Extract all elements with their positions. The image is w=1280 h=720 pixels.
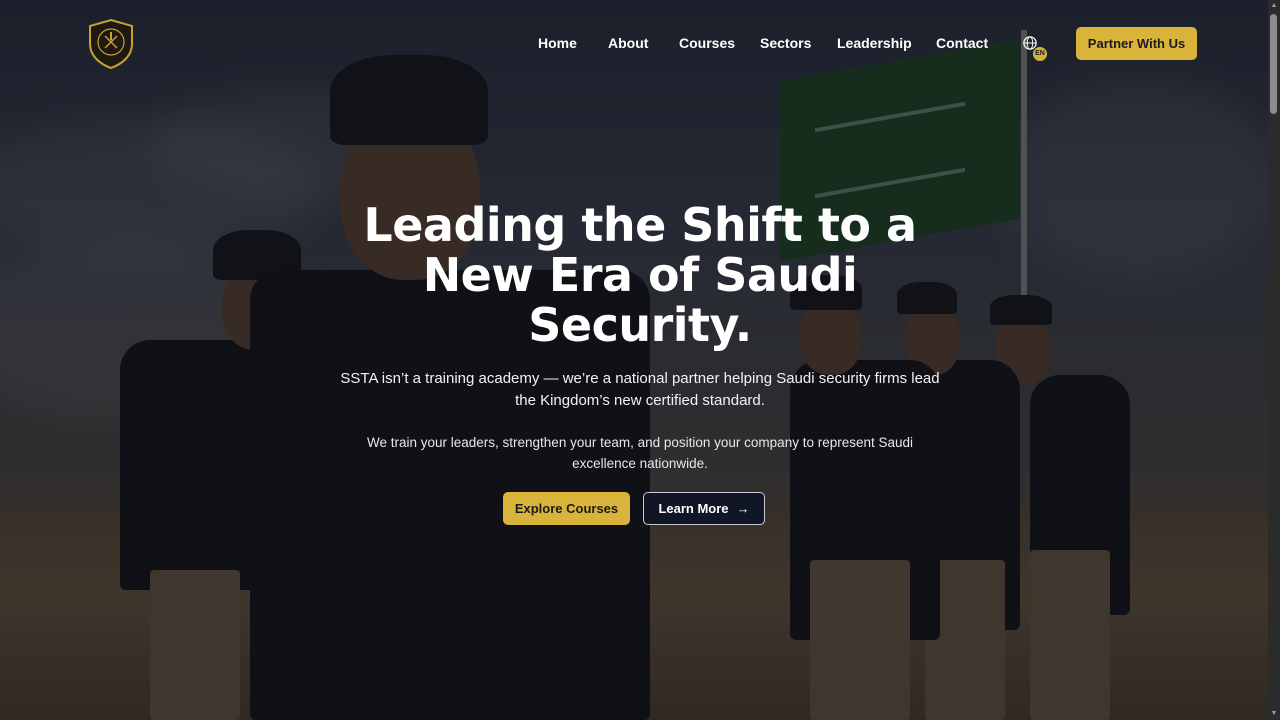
- nav-courses[interactable]: Courses: [679, 35, 735, 51]
- hero-section: [0, 0, 1280, 720]
- explore-courses-button[interactable]: Explore Courses: [503, 492, 630, 525]
- nav-contact[interactable]: Contact: [936, 35, 988, 51]
- hero-body-line: We train your leaders, strengthen your t…: [366, 435, 914, 450]
- scroll-up-icon[interactable]: ▲: [1270, 2, 1278, 10]
- hero-title-line: Security.: [528, 298, 752, 352]
- language-badge[interactable]: EN: [1033, 47, 1047, 61]
- scrollbar-thumb[interactable]: [1270, 14, 1277, 114]
- arrow-right-icon: →: [736, 501, 750, 516]
- learn-more-label: Learn More: [658, 501, 729, 516]
- learn-more-button[interactable]: Learn More →: [643, 492, 765, 525]
- hero-title-line: New Era of Saudi: [422, 248, 858, 302]
- nav-leadership[interactable]: Leadership: [837, 35, 912, 51]
- hero-subtitle: SSTA isn’t a training academy — we’re a …: [320, 368, 960, 412]
- hero-title: Leading the Shift to a New Era of Saudi …: [340, 200, 940, 350]
- partner-with-us-button[interactable]: Partner With Us: [1076, 27, 1197, 60]
- hero-subtitle-line: the Kingdom’s new certified standard.: [515, 392, 765, 409]
- hero-title-line: Leading the Shift to a: [363, 198, 917, 252]
- hero-body: We train your leaders, strengthen your t…: [340, 432, 940, 474]
- hero-body-line: excellence nationwide.: [572, 456, 708, 471]
- nav-sectors[interactable]: Sectors: [760, 35, 811, 51]
- nav-about[interactable]: About: [608, 35, 648, 51]
- dark-overlay: [0, 0, 1280, 720]
- hero-subtitle-line: SSTA isn’t a training academy — we’re a …: [340, 370, 940, 387]
- scroll-down-icon[interactable]: ▼: [1270, 710, 1278, 718]
- nav-home[interactable]: Home: [538, 35, 577, 51]
